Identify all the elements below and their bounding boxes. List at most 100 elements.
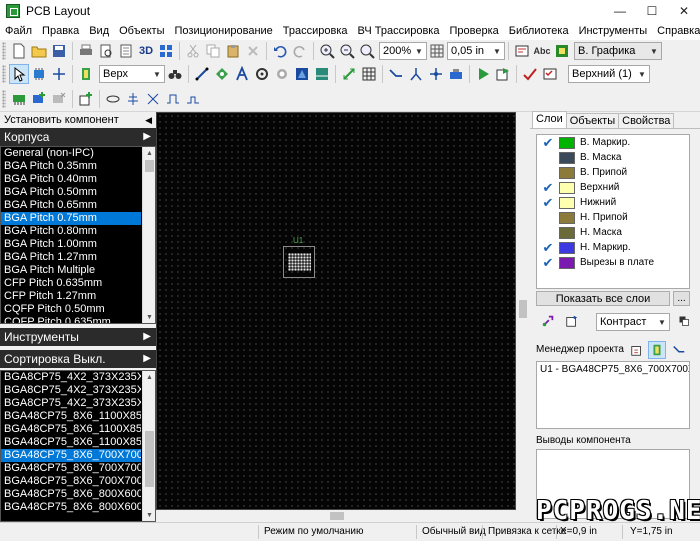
more-options-button[interactable]: ... — [673, 291, 690, 306]
cut-icon[interactable] — [183, 41, 203, 61]
flip-icon[interactable] — [143, 89, 163, 109]
list-item[interactable]: General (non-IPC) — [1, 147, 141, 160]
pulse-icon[interactable] — [163, 89, 183, 109]
hole-icon[interactable] — [272, 64, 292, 84]
scroll-down-icon[interactable]: ▼ — [143, 311, 155, 323]
grid-step-select[interactable]: 0,05 in ▼ — [447, 42, 505, 60]
list-item[interactable]: BGA Pitch 0.50mm — [1, 186, 141, 199]
drc-check-icon[interactable] — [520, 64, 540, 84]
list-item[interactable]: CFP Pitch 1.27mm — [1, 290, 141, 303]
show-all-layers-button[interactable]: Показать все слои — [536, 291, 670, 306]
toolbar-grip[interactable] — [2, 89, 6, 108]
menu-rf-routing[interactable]: ВЧ Трассировка — [353, 25, 445, 37]
layer-row[interactable]: В. Маска — [537, 150, 689, 165]
layer-color-swatch[interactable] — [559, 211, 575, 224]
minimize-button[interactable]: — — [604, 0, 636, 22]
layer-select[interactable]: Верх ▼ — [99, 65, 165, 83]
sort-header[interactable]: Сортировка Выкл. ▶ — [0, 350, 156, 368]
layer-icon[interactable] — [76, 64, 96, 84]
menu-library[interactable]: Библиотека — [504, 25, 574, 37]
packages-header[interactable]: Корпуса ▶ — [0, 128, 156, 146]
layer-row[interactable]: ✔ Верхний — [537, 180, 689, 195]
align-icon[interactable] — [123, 89, 143, 109]
scroll-up-icon[interactable]: ▲ — [143, 147, 155, 159]
paste-icon[interactable] — [223, 41, 243, 61]
packages-list[interactable]: General (non-IPC) BGA Pitch 0.35mm BGA P… — [0, 146, 156, 324]
pm-net-icon[interactable] — [670, 341, 688, 359]
list-item[interactable]: CFP Pitch 0.635mm — [1, 277, 141, 290]
menu-check[interactable]: Проверка — [444, 25, 503, 37]
select-arrow-icon[interactable] — [9, 64, 29, 84]
components-scrollbar[interactable]: ▲ ▼ — [142, 371, 155, 521]
canvas-vertical-scrollbar[interactable] — [516, 112, 530, 510]
waveform-icon[interactable] — [183, 89, 203, 109]
add-package-icon[interactable] — [29, 89, 49, 109]
tools-header[interactable]: Инструменты ▶ — [0, 328, 156, 346]
toolbar-grip[interactable] — [2, 42, 6, 60]
checkmark-icon[interactable]: ✔ — [537, 195, 559, 211]
list-item[interactable]: BGA48CP75_8X6_1100X850X — [1, 423, 141, 436]
menu-placement[interactable]: Позиционирование — [170, 25, 278, 37]
list-item[interactable]: BGA48CP75_8X6_700X700X1 — [1, 475, 141, 488]
list-item[interactable]: CQFP Pitch 0.635mm — [1, 316, 141, 323]
run-script-icon[interactable] — [493, 64, 513, 84]
table-grid-icon[interactable] — [359, 64, 379, 84]
pcb-canvas[interactable]: U1 — [156, 112, 516, 510]
layer-row[interactable]: ✔ В. Маркир. — [537, 135, 689, 150]
play-icon[interactable] — [473, 64, 493, 84]
layer-row[interactable]: ✔ Вырезы в плате — [537, 255, 689, 270]
list-item[interactable]: U1 - BGA48CP75_8X6_700X700X120E — [540, 364, 689, 375]
delete-icon[interactable] — [243, 41, 263, 61]
save-icon[interactable] — [49, 41, 69, 61]
page-icon[interactable] — [116, 41, 136, 61]
component-library-icon[interactable] — [9, 89, 29, 109]
menu-tools[interactable]: Инструменты — [574, 25, 653, 37]
list-item[interactable]: BGA8CP75_4X2_373X235X10 — [1, 384, 141, 397]
bus-icon[interactable] — [446, 64, 466, 84]
print-icon[interactable] — [76, 41, 96, 61]
layer-color-icon[interactable] — [552, 41, 572, 61]
list-item[interactable]: CQFP Pitch 0.50mm — [1, 303, 141, 316]
tab-layers[interactable]: Слои — [532, 111, 567, 128]
pad-icon[interactable] — [212, 64, 232, 84]
list-item[interactable]: BGA Pitch 1.27mm — [1, 251, 141, 264]
layer-row[interactable]: ✔ Нижний — [537, 195, 689, 210]
zoom-in-icon[interactable] — [317, 41, 337, 61]
undo-icon[interactable] — [270, 41, 290, 61]
scroll-thumb[interactable] — [145, 160, 154, 172]
list-item[interactable]: BGA48CP75_8X6_800X600X1 — [1, 501, 141, 514]
list-item[interactable]: BGA8CP75_4X2_373X235X10 — [1, 397, 141, 410]
close-button[interactable]: ✕ — [668, 0, 700, 22]
open-folder-icon[interactable] — [29, 41, 49, 61]
grid-icon[interactable] — [427, 41, 447, 61]
via-icon[interactable] — [252, 64, 272, 84]
contrast-icon[interactable] — [674, 312, 694, 330]
polygon-icon[interactable] — [292, 64, 312, 84]
footprint-editor-icon[interactable] — [76, 89, 96, 109]
layer-row[interactable]: В. Припой — [537, 165, 689, 180]
menu-edit[interactable]: Правка — [37, 25, 84, 37]
layer-color-swatch[interactable] — [559, 166, 575, 179]
new-file-icon[interactable] — [9, 41, 29, 61]
scroll-down-icon[interactable]: ▼ — [143, 509, 155, 521]
list-item[interactable]: BGA48CP75_8X6_800X600X1 — [1, 488, 141, 501]
list-item[interactable]: BGA Pitch Multiple — [1, 264, 141, 277]
route-icon[interactable] — [386, 64, 406, 84]
contrast-select[interactable]: Контраст ▼ — [596, 313, 670, 331]
crosshair-icon[interactable] — [49, 64, 69, 84]
maximize-button[interactable]: ☐ — [636, 0, 668, 22]
pm-component-icon[interactable] — [648, 341, 666, 359]
layer-pick-icon[interactable] — [538, 312, 558, 330]
layer-color-swatch[interactable] — [559, 151, 575, 164]
board-side-select[interactable]: Верхний (1) ▼ — [568, 65, 650, 83]
properties-icon[interactable] — [512, 41, 532, 61]
toolbar-grip[interactable] — [2, 65, 6, 83]
layer-color-swatch[interactable] — [559, 226, 575, 239]
redo-icon[interactable] — [290, 41, 310, 61]
collapse-arrow-icon[interactable]: ◀ — [145, 115, 152, 126]
list-item[interactable]: BGA Pitch 1.00mm — [1, 238, 141, 251]
print-preview-icon[interactable] — [96, 41, 116, 61]
tab-objects[interactable]: Объекты — [565, 113, 620, 128]
view-3d-button[interactable]: 3D — [136, 41, 156, 61]
scroll-thumb[interactable] — [519, 300, 527, 318]
